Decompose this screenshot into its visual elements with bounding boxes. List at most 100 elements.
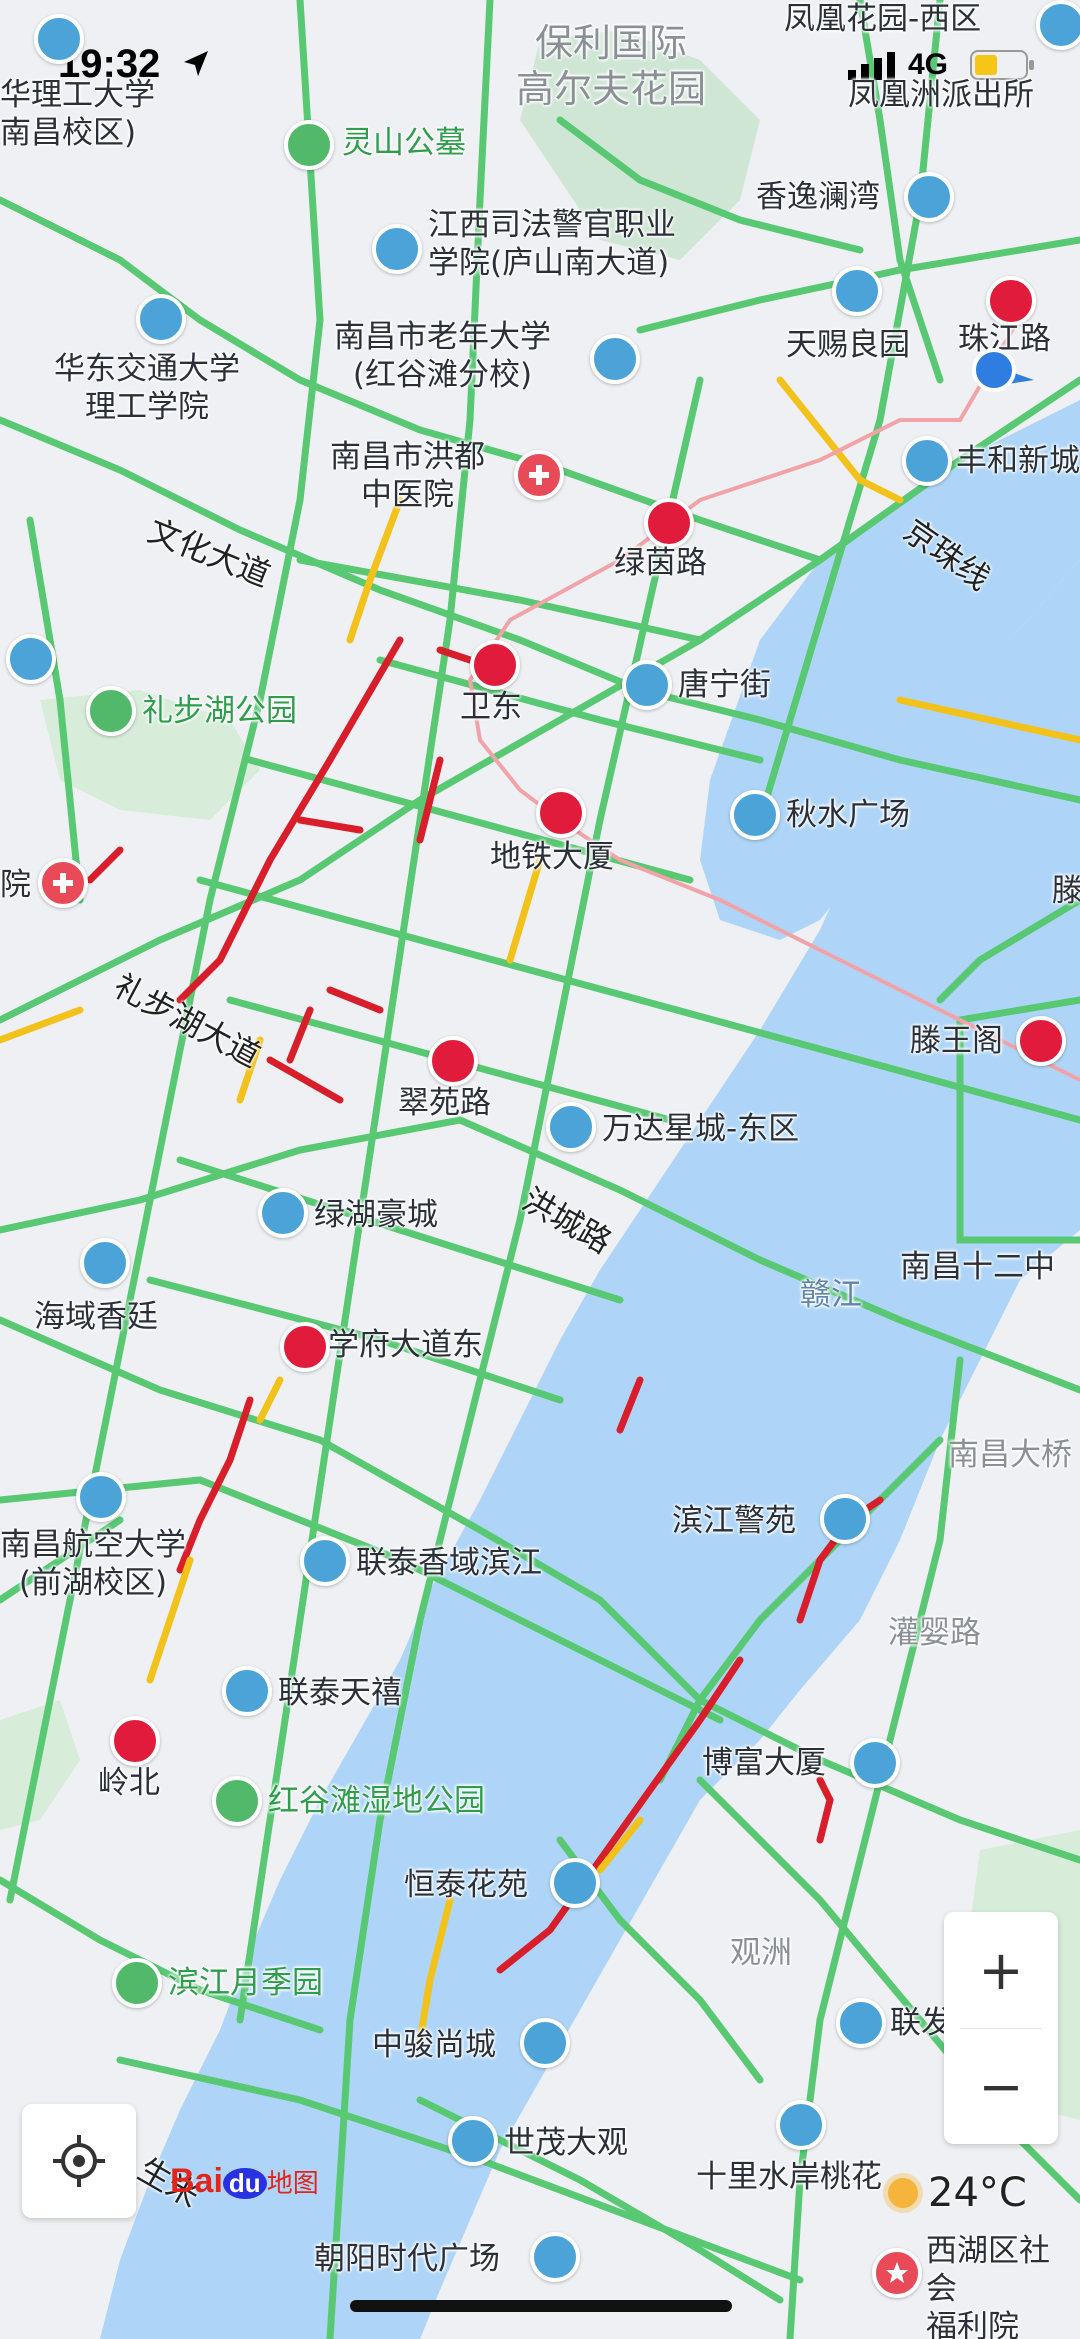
residence-pin-icon[interactable]: [1036, 0, 1080, 50]
label-honggutan-park[interactable]: 红谷滩湿地公园: [268, 1782, 485, 1820]
label-elder-univ[interactable]: 南昌市老年大学 (红谷滩分校): [334, 318, 551, 394]
label-liantai-tx[interactable]: 联泰天禧: [278, 1674, 402, 1712]
metro-station-icon[interactable]: [1016, 1016, 1066, 1066]
building-pin-icon[interactable]: [730, 790, 780, 840]
label-liantai-xy[interactable]: 联泰香域滨江: [356, 1544, 542, 1582]
label-guanzhou[interactable]: 观洲: [730, 1934, 792, 1972]
residence-pin-icon[interactable]: [300, 1536, 350, 1586]
residence-pin-icon[interactable]: [222, 1666, 272, 1716]
label-fenghe[interactable]: 丰和新城: [956, 442, 1080, 480]
residence-pin-icon[interactable]: [80, 1238, 130, 1288]
label-weidong[interactable]: 卫东: [460, 688, 522, 726]
label-chaoyang[interactable]: 朝阳时代广场: [314, 2240, 500, 2278]
label-shimao[interactable]: 世茂大观: [504, 2124, 628, 2162]
residence-pin-icon[interactable]: [546, 1102, 596, 1152]
park-pin-icon[interactable]: [112, 1958, 162, 2008]
label-jx-justice[interactable]: 江西司法警官职业 学院(庐山南大道): [428, 206, 676, 282]
school-pin-icon[interactable]: [34, 14, 84, 64]
building-pin-icon[interactable]: [530, 2232, 580, 2282]
label-hongdu-hosp[interactable]: 南昌市洪都 中医院: [330, 438, 485, 514]
school-pin-icon[interactable]: [136, 294, 186, 344]
location-arrow-icon: [184, 51, 208, 76]
label-fenghuang-west[interactable]: 凤凰花园-西区: [784, 0, 981, 38]
label-shili[interactable]: 十里水岸桃花: [696, 2158, 882, 2196]
label-lingbei[interactable]: 岭北: [98, 1764, 160, 1802]
residence-pin-icon[interactable]: [6, 634, 56, 684]
metro-station-icon[interactable]: [280, 1322, 330, 1372]
school-pin-icon[interactable]: [590, 334, 640, 384]
label-zhongjun[interactable]: 中骏尚城: [372, 2026, 496, 2064]
label-hospital-left[interactable]: 院: [0, 866, 31, 904]
residence-pin-icon[interactable]: [520, 2018, 570, 2068]
label-cuiyuan-rd[interactable]: 翠苑路: [398, 1084, 491, 1122]
hospital-pin-icon[interactable]: [38, 858, 88, 908]
label-lvyin-rd[interactable]: 绿茵路: [614, 544, 707, 582]
label-xiangyi[interactable]: 香逸澜湾: [756, 178, 880, 216]
building-pin-icon[interactable]: [850, 1738, 900, 1788]
label-hangkong[interactable]: 南昌航空大学 (前湖校区): [0, 1526, 186, 1602]
label-wanda[interactable]: 万达星城-东区: [602, 1110, 799, 1148]
metro-station-icon[interactable]: [986, 276, 1036, 326]
residence-pin-icon[interactable]: [902, 436, 952, 486]
label-tianci[interactable]: 天赐良园: [786, 326, 910, 364]
label-binjiang-jy[interactable]: 滨江警苑: [672, 1502, 796, 1540]
hospital-pin-icon[interactable]: [514, 450, 564, 500]
label-poly-golf[interactable]: 保利国际 高尔夫花园: [516, 20, 706, 112]
home-indicator[interactable]: [350, 2300, 732, 2312]
label-text: 观洲: [730, 1935, 792, 1971]
label-metro-bldg[interactable]: 地铁大厦: [490, 838, 614, 876]
label-text: 卫东: [460, 689, 522, 725]
locate-me-button[interactable]: [22, 2104, 136, 2218]
metro-station-icon[interactable]: [428, 1036, 478, 1086]
label-libuhu-park[interactable]: 礼步湖公园: [142, 692, 297, 730]
residence-pin-icon[interactable]: [448, 2116, 498, 2166]
label-hengtai[interactable]: 恒泰花苑: [404, 1866, 528, 1904]
label-ganjiang: 赣江: [800, 1276, 862, 1314]
residence-pin-icon[interactable]: [776, 2100, 826, 2150]
label-binjiang-yjy[interactable]: 滨江月季园: [168, 1964, 323, 2002]
label-text: 南昌大桥: [948, 1437, 1072, 1473]
school-pin-icon[interactable]: [372, 224, 422, 274]
cemetery-pin-icon[interactable]: [284, 120, 334, 170]
residence-pin-icon[interactable]: [820, 1494, 870, 1544]
residence-pin-icon[interactable]: [258, 1188, 308, 1238]
metro-transfer-icon[interactable]: [536, 788, 586, 838]
map-view[interactable]: 19:32 4G 保利国际 高尔夫花园 凤凰花园-西区 凤凰洲派出所 华理工大学…: [0, 0, 1080, 2339]
label-lvhu[interactable]: 绿湖豪城: [314, 1196, 438, 1234]
label-text: 天赐良园: [786, 327, 910, 363]
label-haiyu[interactable]: 海域香廷: [34, 1298, 158, 1336]
weather-widget[interactable]: 24°C: [888, 2170, 1027, 2216]
school-pin-icon[interactable]: [76, 1472, 126, 1522]
metro-station-icon[interactable]: [644, 498, 694, 548]
label-xihu-welfare[interactable]: 西湖区社会 福利院: [926, 2232, 1080, 2339]
label-tengwang-partial[interactable]: 滕: [1052, 872, 1080, 910]
label-lianfa[interactable]: 联发: [890, 2004, 952, 2042]
label-text: 万达星城-东区: [602, 1111, 800, 1147]
label-qiushui[interactable]: 秋水广场: [786, 796, 910, 834]
label-text: 地铁大厦: [490, 839, 614, 875]
label-text: 灌婴路: [888, 1615, 981, 1651]
residence-pin-icon[interactable]: [550, 1858, 600, 1908]
label-bofu[interactable]: 博富大厦: [702, 1744, 826, 1782]
label-lingshan[interactable]: 灵山公墓: [342, 124, 466, 162]
label-ecjtu-nanchang[interactable]: 华理工大学 南昌校区): [0, 76, 155, 152]
residence-pin-icon[interactable]: [622, 660, 672, 710]
metro-station-icon[interactable]: [470, 640, 520, 690]
label-tengwang[interactable]: 滕王阁: [910, 1022, 1003, 1060]
label-guanying-rd[interactable]: 灌婴路: [888, 1614, 981, 1652]
label-ecjtu-sci[interactable]: 华东交通大学 理工学院: [54, 350, 240, 426]
zoom-in-button[interactable]: +: [944, 1912, 1058, 2028]
residence-pin-icon[interactable]: [832, 266, 882, 316]
zoom-out-button[interactable]: −: [944, 2028, 1058, 2144]
residence-pin-icon[interactable]: [904, 172, 954, 222]
park-pin-icon[interactable]: [86, 686, 136, 736]
welfare-pin-icon[interactable]: [872, 2248, 922, 2298]
label-nanchang-bridge[interactable]: 南昌大桥: [948, 1436, 1072, 1474]
label-fenghuang-police[interactable]: 凤凰洲派出所: [848, 76, 1034, 114]
label-xuefu[interactable]: 学府大道东: [328, 1326, 483, 1364]
park-pin-icon[interactable]: [212, 1776, 262, 1826]
label-nanchang12[interactable]: 南昌十二中: [900, 1248, 1055, 1286]
label-tangning[interactable]: 唐宁街: [678, 666, 771, 704]
residence-pin-icon[interactable]: [836, 1998, 886, 2048]
metro-station-icon[interactable]: [110, 1716, 160, 1766]
